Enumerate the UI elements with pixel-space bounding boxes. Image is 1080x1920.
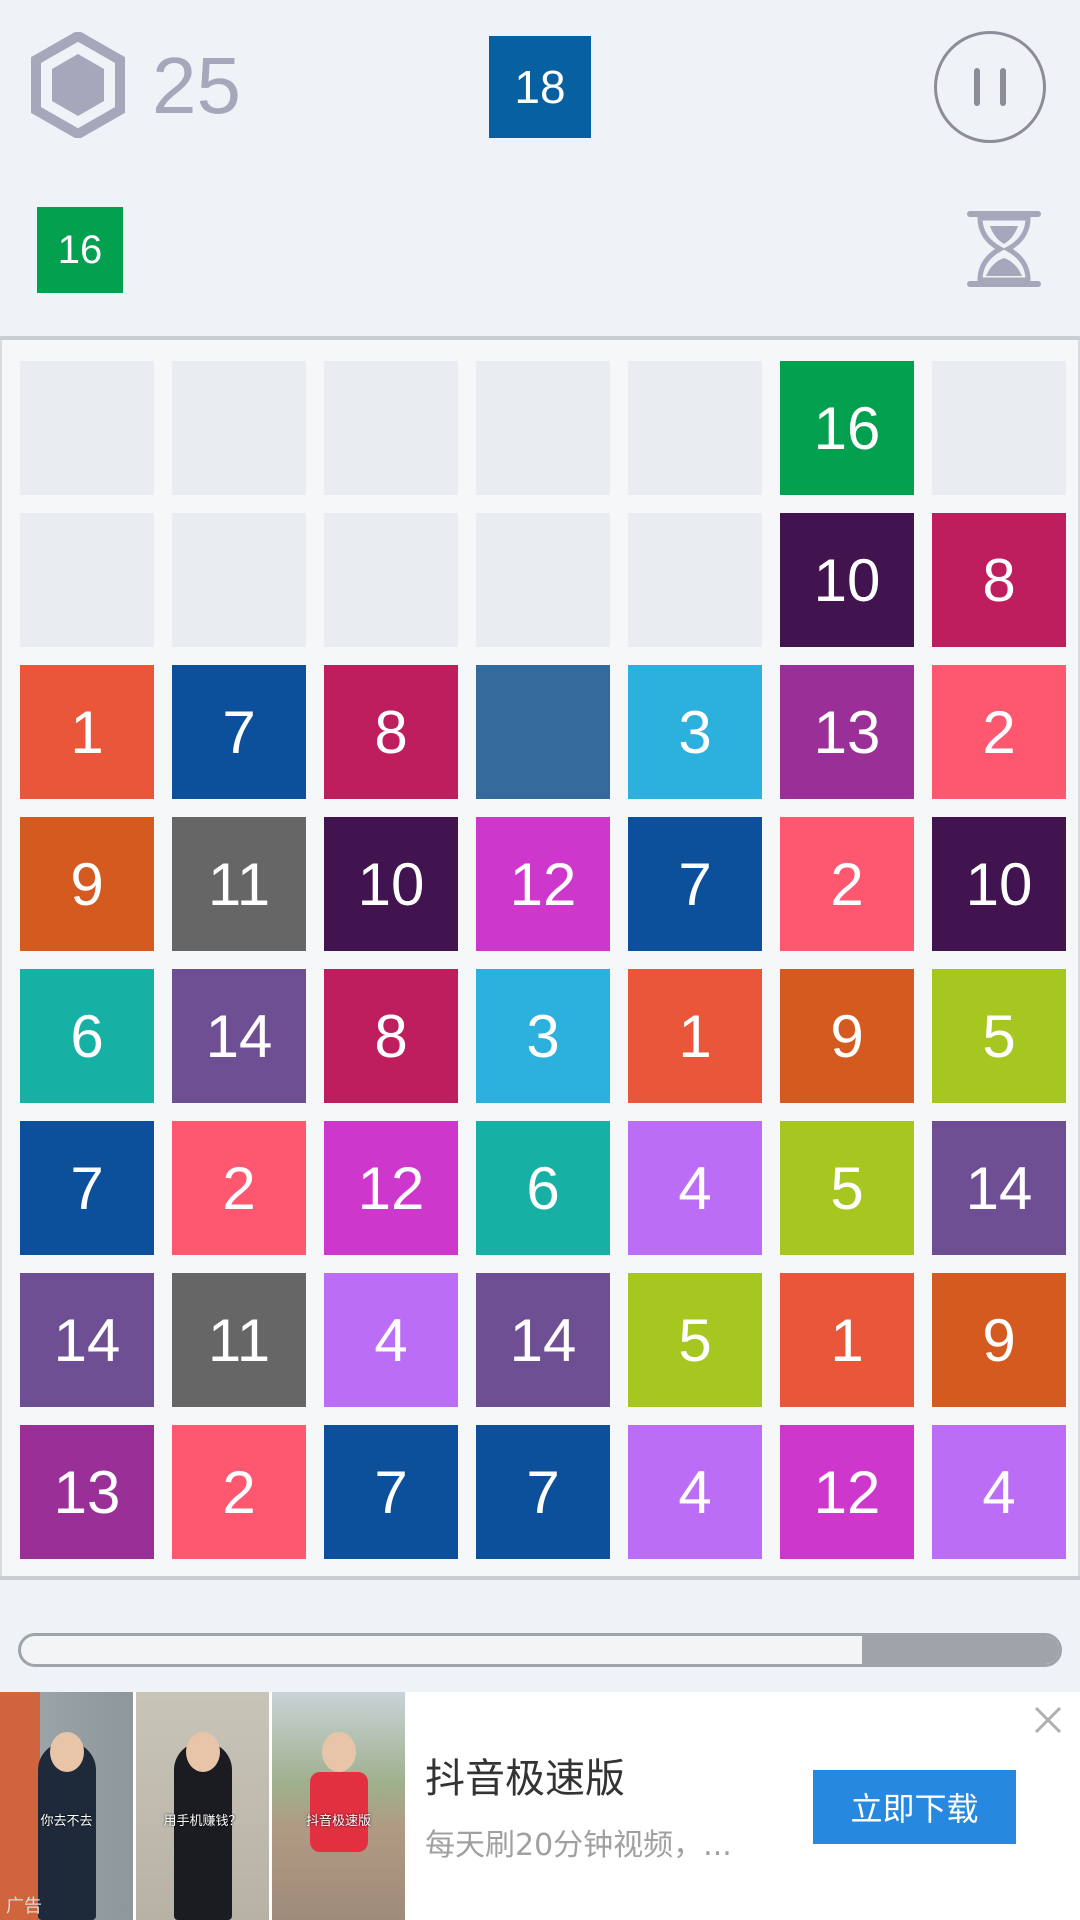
number-tile[interactable]: 12 <box>324 1121 458 1255</box>
number-tile[interactable]: 12 <box>780 1425 914 1559</box>
empty-cell[interactable] <box>172 361 306 495</box>
ad-thumbnail[interactable]: 你去不去 广告 <box>0 1692 133 1920</box>
number-tile[interactable]: 8 <box>932 513 1066 647</box>
ad-thumb-caption: 你去不去 <box>40 1814 93 1829</box>
ad-thumbnail[interactable]: 用手机赚钱？ <box>136 1692 269 1920</box>
ad-thumb-caption: 抖音极速版 <box>305 1814 371 1829</box>
pause-icon <box>1000 68 1006 106</box>
number-tile[interactable]: 10 <box>780 513 914 647</box>
number-tile[interactable]: 14 <box>20 1273 154 1407</box>
empty-cell[interactable] <box>172 513 306 647</box>
ad-banner[interactable]: 你去不去 广告 用手机赚钱？ 抖音极速版 抖音极速版 每天刷20分钟视频，...… <box>0 1692 1080 1920</box>
number-tile[interactable]: 13 <box>20 1425 154 1559</box>
number-tile[interactable]: 5 <box>628 1273 762 1407</box>
number-tile[interactable]: 5 <box>780 1121 914 1255</box>
empty-cell[interactable] <box>476 361 610 495</box>
number-tile[interactable]: 9 <box>932 1273 1066 1407</box>
number-tile[interactable]: 10 <box>932 817 1066 951</box>
number-tile[interactable]: 9 <box>780 969 914 1103</box>
time-progress-bar <box>18 1633 1062 1667</box>
number-tile[interactable]: 14 <box>932 1121 1066 1255</box>
hexagon-icon <box>31 32 125 138</box>
number-tile[interactable]: 1 <box>20 665 154 799</box>
close-icon[interactable] <box>1030 1702 1066 1738</box>
ad-thumbnail[interactable]: 抖音极速版 <box>272 1692 405 1920</box>
empty-cell[interactable] <box>324 361 458 495</box>
number-tile[interactable]: 7 <box>476 1425 610 1559</box>
ad-title[interactable]: 抖音极速版 <box>425 1746 625 1804</box>
number-tile[interactable]: 4 <box>628 1425 762 1559</box>
number-tile[interactable]: 7 <box>628 817 762 951</box>
number-tile[interactable]: 14 <box>172 969 306 1103</box>
number-tile[interactable]: 4 <box>932 1425 1066 1559</box>
number-tile[interactable]: 4 <box>628 1121 762 1255</box>
number-tile[interactable]: 2 <box>932 665 1066 799</box>
ad-download-button[interactable]: 立即下载 <box>813 1770 1016 1844</box>
number-tile[interactable]: 5 <box>932 969 1066 1103</box>
number-tile[interactable]: 11 <box>172 817 306 951</box>
number-tile[interactable]: 2 <box>780 817 914 951</box>
score-value: 25 <box>152 41 241 130</box>
number-tile[interactable]: 1 <box>628 969 762 1103</box>
number-tile[interactable]: 7 <box>20 1121 154 1255</box>
blank-tile[interactable] <box>476 665 610 799</box>
number-tile[interactable]: 7 <box>172 665 306 799</box>
empty-cell[interactable] <box>20 361 154 495</box>
hourglass-icon[interactable] <box>966 208 1042 290</box>
hold-tile[interactable]: 16 <box>37 207 123 293</box>
pause-button[interactable] <box>934 31 1046 143</box>
number-tile[interactable]: 11 <box>172 1273 306 1407</box>
number-tile[interactable]: 6 <box>20 969 154 1103</box>
number-tile[interactable]: 2 <box>172 1121 306 1255</box>
ad-subtitle[interactable]: 每天刷20分钟视频，... <box>425 1820 785 1864</box>
game-hud: 25 18 16 <box>0 0 1080 336</box>
number-tile[interactable]: 14 <box>476 1273 610 1407</box>
time-progress-fill <box>861 1636 1059 1664</box>
ad-thumb-caption: 用手机赚钱？ <box>163 1814 242 1829</box>
empty-cell[interactable] <box>628 361 762 495</box>
empty-cell[interactable] <box>476 513 610 647</box>
number-tile[interactable]: 1 <box>780 1273 914 1407</box>
game-board: 16 10 8 1 7 8 3 13 2 9 11 10 12 7 2 10 6 14 8 3 1 9 5 7 2 12 6 4 5 14… <box>0 340 1080 1576</box>
empty-cell[interactable] <box>20 513 154 647</box>
next-tile: 18 <box>489 36 591 138</box>
number-tile[interactable]: 4 <box>324 1273 458 1407</box>
pause-icon <box>974 68 980 106</box>
number-tile[interactable]: 7 <box>324 1425 458 1559</box>
number-tile[interactable]: 10 <box>324 817 458 951</box>
number-tile[interactable]: 8 <box>324 665 458 799</box>
number-tile[interactable]: 3 <box>628 665 762 799</box>
number-tile[interactable]: 13 <box>780 665 914 799</box>
ad-label: 广告 <box>6 1896 42 1917</box>
number-tile[interactable]: 8 <box>324 969 458 1103</box>
number-tile[interactable]: 6 <box>476 1121 610 1255</box>
number-tile[interactable]: 16 <box>780 361 914 495</box>
number-tile[interactable]: 2 <box>172 1425 306 1559</box>
number-tile[interactable]: 3 <box>476 969 610 1103</box>
number-tile[interactable]: 9 <box>20 817 154 951</box>
number-tile[interactable]: 12 <box>476 817 610 951</box>
empty-cell[interactable] <box>324 513 458 647</box>
empty-cell[interactable] <box>628 513 762 647</box>
board-bottom-divider <box>0 1576 1080 1580</box>
empty-cell[interactable] <box>932 361 1066 495</box>
